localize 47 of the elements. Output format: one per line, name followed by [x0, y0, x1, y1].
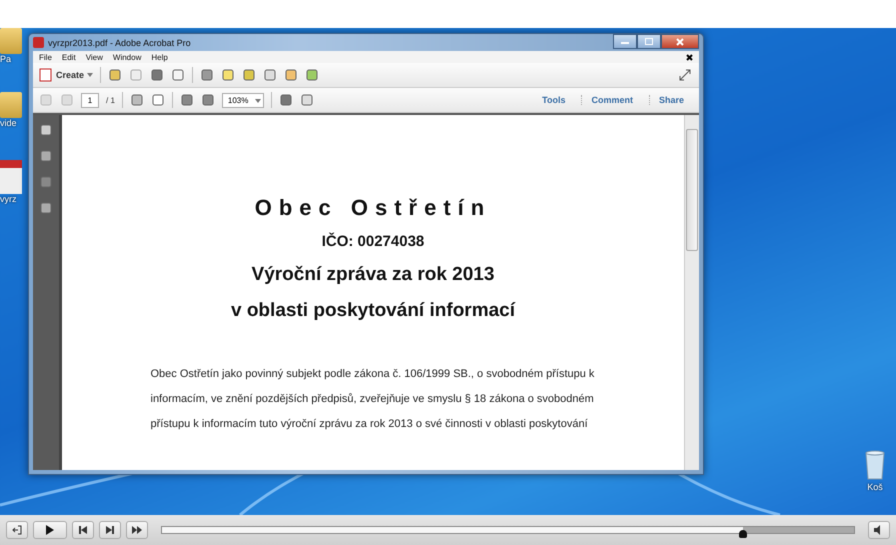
window-title: vyrzpr2013.pdf - Adobe Acrobat Pro: [48, 38, 192, 48]
page-total: / 1: [106, 96, 115, 104]
document-paragraph: Obec Ostřetín jako povinný subjekt podle zákona č. 106/1999 SB., o svobodném přístupu k informacím, ve znění pozdějších předpisů, zveřejňuje ve smyslu § 18 zákona o svobodném přístupu k informacím tuto výroční zprávu za rok 2013 o své činnosti v oblasti poskytování: [150, 367, 596, 432]
exit-icon: [12, 525, 22, 535]
exit-button[interactable]: [6, 521, 28, 539]
pane-tab[interactable]: Comment: [581, 95, 642, 105]
minimize-button[interactable]: [613, 34, 637, 49]
menu-item[interactable]: File: [39, 52, 52, 62]
menu-item[interactable]: Window: [112, 52, 142, 62]
pdf-app-icon: [33, 37, 44, 48]
play-icon: [46, 525, 54, 535]
maximize-button[interactable]: [637, 34, 661, 49]
skip-forward-icon: [106, 526, 114, 534]
pdf-file-icon[interactable]: [0, 160, 22, 194]
next-button[interactable]: [99, 521, 121, 539]
document-heading: Výroční zpráva za rok 2013: [252, 264, 494, 286]
previous-button[interactable]: [72, 521, 94, 539]
fast-forward-button[interactable]: [126, 521, 148, 539]
pane-tab[interactable]: Tools: [533, 95, 574, 105]
seek-thumb[interactable]: [739, 530, 748, 538]
desktop-icon-label: vide: [0, 118, 17, 128]
close-button[interactable]: [661, 34, 699, 49]
document-id: IČO: 00274038: [322, 233, 424, 250]
menu-item[interactable]: View: [86, 52, 103, 62]
desktop-icon-label: Koš: [867, 482, 883, 492]
pane-tab[interactable]: Share: [648, 95, 693, 105]
desktop-icon-label: vyrz: [0, 194, 16, 204]
close-icon: [676, 38, 684, 46]
skip-back-icon: [79, 526, 87, 534]
menu-item[interactable]: Help: [151, 52, 168, 62]
document-title: Obec Ostřetín: [254, 195, 492, 221]
fast-forward-icon: [132, 526, 142, 534]
maximize-icon: [645, 38, 653, 45]
scrollbar[interactable]: [684, 115, 699, 470]
recycle-bin-icon[interactable]: [864, 450, 886, 480]
minimize-icon: [621, 40, 629, 44]
caret-icon: [87, 73, 94, 77]
zoom-dropdown[interactable]: 103%: [222, 92, 264, 108]
close-document-icon[interactable]: [686, 54, 693, 60]
desktop-icon-label: Pa: [0, 54, 12, 64]
play-button[interactable]: [33, 521, 67, 539]
page-number-field[interactable]: 1: [81, 92, 99, 108]
menu-item[interactable]: Edit: [62, 52, 76, 62]
volume-button[interactable]: [868, 521, 890, 539]
create-button[interactable]: Create: [39, 68, 94, 82]
document-subheading: v oblasti poskytování informací: [230, 300, 516, 322]
expand-icon[interactable]: [677, 67, 693, 83]
